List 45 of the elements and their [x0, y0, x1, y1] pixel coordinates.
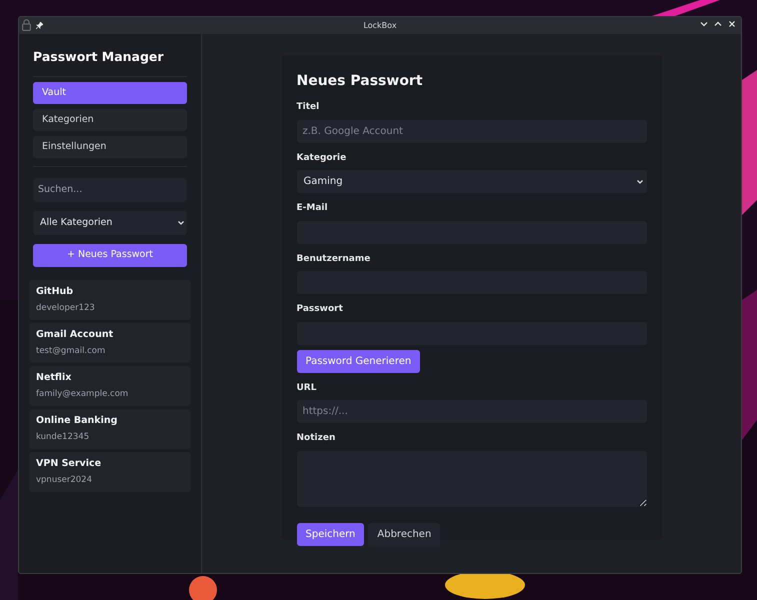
- entry-subtitle: family@example.com: [36, 388, 130, 400]
- entry-title: Online Banking: [36, 414, 118, 428]
- field-label: URL: [296, 382, 318, 394]
- maximize-icon[interactable]: [714, 20, 722, 28]
- entry-subtitle: vpnuser2024: [36, 474, 93, 486]
- close-icon[interactable]: [728, 20, 736, 28]
- field-label: Passwort: [296, 303, 344, 316]
- lock-icon: [22, 19, 31, 31]
- cancel-button[interactable]: Abbrechen: [368, 522, 440, 546]
- new-password-button[interactable]: + Neues Passwort: [33, 244, 187, 267]
- chevron-down-icon: [636, 178, 644, 186]
- password-entry[interactable]: Netflix family@example.com: [29, 366, 191, 406]
- password-entry[interactable]: Online Banking kunde12345: [29, 408, 191, 449]
- password-entry[interactable]: Gmail Account test@gmail.com: [29, 322, 191, 363]
- entry-title: VPN Service: [36, 457, 102, 472]
- entry-title: Netflix: [36, 371, 72, 386]
- generate-password-button[interactable]: Password Generieren: [296, 350, 420, 372]
- entry-subtitle: kunde12345: [36, 430, 90, 444]
- form-title: Neues Passwort: [296, 72, 424, 91]
- notes-field[interactable]: [296, 450, 646, 506]
- entry-subtitle: test@gmail.com: [36, 344, 106, 358]
- entry-subtitle: developer123: [36, 302, 96, 314]
- minimize-icon[interactable]: [700, 20, 708, 28]
- entry-title: Gmail Account: [36, 328, 114, 342]
- text-field[interactable]: https://...: [296, 400, 646, 423]
- entry-title: GitHub: [36, 285, 74, 300]
- window-title: LockBox: [363, 20, 397, 32]
- field-label: Benutzername: [296, 252, 372, 266]
- field-label: Kategorie: [296, 152, 348, 164]
- pin-icon[interactable]: [36, 22, 43, 28]
- password-entry[interactable]: GitHub developer123: [29, 280, 191, 320]
- password-entry[interactable]: VPN Service vpnuser2024: [29, 452, 191, 492]
- save-button[interactable]: Speichern: [296, 522, 364, 546]
- text-field[interactable]: z.B. Google Account: [296, 120, 646, 142]
- category-dropdown[interactable]: Gaming: [296, 170, 646, 193]
- nav-item[interactable]: Einstellungen: [33, 136, 187, 158]
- field-label: Titel: [296, 101, 320, 114]
- chevron-down-icon: [177, 218, 185, 227]
- field-label: E-Mail: [296, 202, 329, 215]
- nav-item[interactable]: Kategorien: [33, 108, 187, 131]
- app-title: Passwort Manager: [33, 48, 165, 66]
- field-label: Notizen: [296, 432, 336, 445]
- category-filter-dropdown[interactable]: Alle Kategorien: [33, 210, 187, 235]
- nav-item[interactable]: Vault: [33, 82, 187, 104]
- search-field[interactable]: Suchen...: [33, 178, 187, 202]
